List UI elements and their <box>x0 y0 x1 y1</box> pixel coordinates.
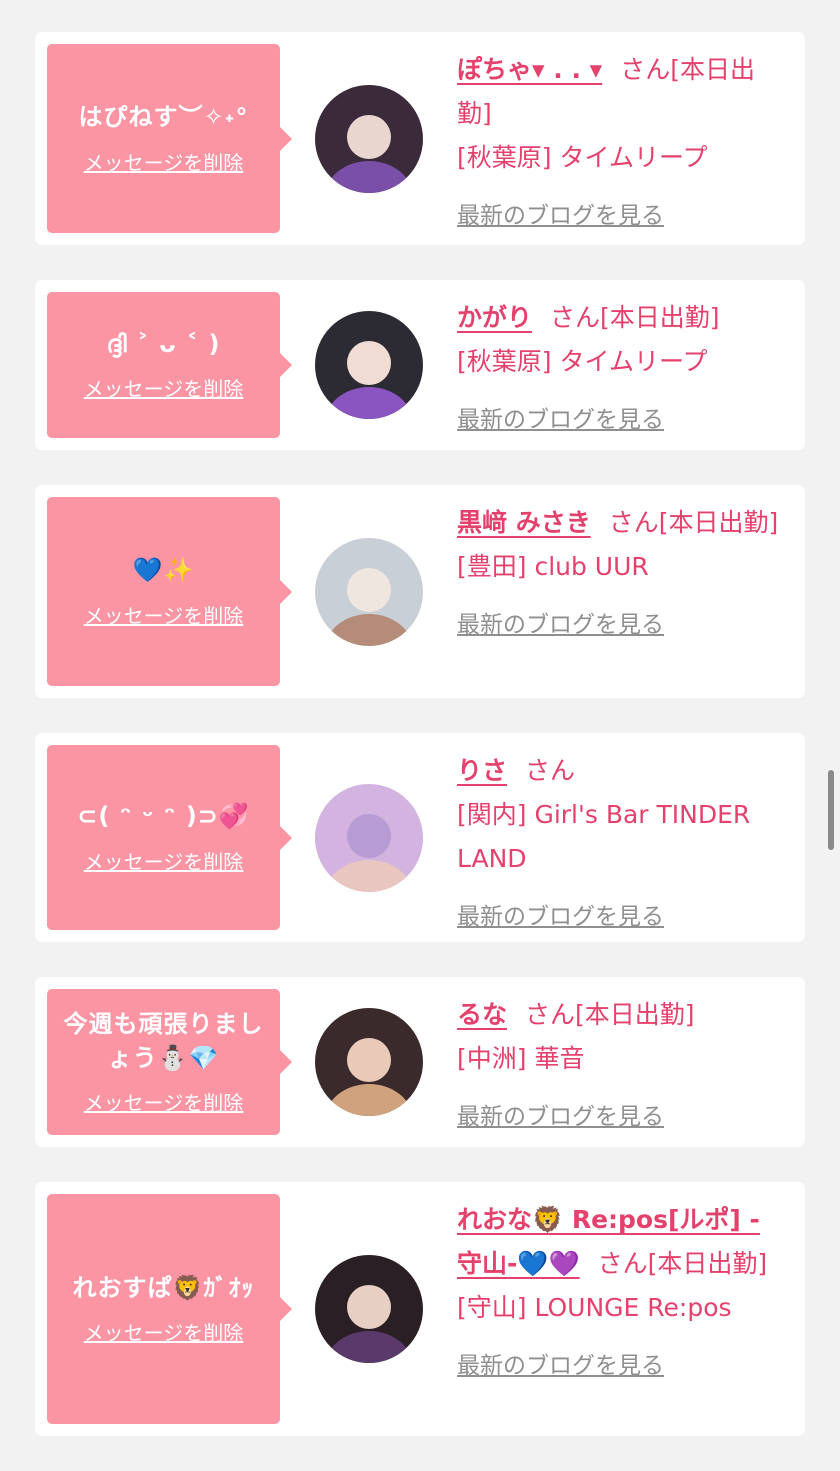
scrollbar-thumb[interactable] <box>828 770 834 850</box>
cast-suffix: さん[本日出勤] <box>597 1249 768 1278</box>
blog-link[interactable]: 最新のブログを見る <box>457 603 664 647</box>
message-bubble: れおすぱ🦁ｶﾞｵｯ メッセージを削除 <box>47 1194 292 1424</box>
avatar[interactable] <box>315 1008 423 1116</box>
message-bubble: 💙✨ メッセージを削除 <box>47 497 292 686</box>
message-card: れおすぱ🦁ｶﾞｵｯ メッセージを削除 れおな🦁 Re:pos[ルポ] -守山-💙… <box>35 1182 805 1436</box>
avatar-face <box>347 813 391 858</box>
avatar-image <box>315 1008 423 1116</box>
cast-name-link[interactable]: りさ <box>457 756 507 785</box>
message-text: れおすぱ🦁ｶﾞｵｯ <box>72 1273 255 1302</box>
avatar-image <box>315 311 423 419</box>
message-card: ⊂( ᵔ ᵕ ᵔ )⊃💞 メッセージを削除 りさ さん [関内] Girl's B… <box>35 733 805 942</box>
shop-name: [秋葉原] タイムリープ <box>457 143 708 172</box>
message-card: はぴねす︶✧˖° メッセージを削除 ぽちゃ▾ . . ▾ さん[本日出勤] [秋葉… <box>35 32 805 245</box>
blog-link[interactable]: 最新のブログを見る <box>457 1344 664 1388</box>
delete-message-link[interactable]: メッセージを削除 <box>84 373 244 402</box>
message-text: 今週も頑張りましょう⛄💎 <box>63 1009 264 1072</box>
cast-suffix: さん[本日出勤] <box>550 303 720 332</box>
message-text: ദ്ദി ˃ ᴗ ˂ ) <box>106 329 221 358</box>
blog-link[interactable]: 最新のブログを見る <box>457 194 664 238</box>
message-text: 💙✨ <box>132 556 195 585</box>
cast-name-link[interactable]: ぽちゃ▾ . . ▾ <box>457 55 602 84</box>
avatar[interactable] <box>315 537 423 646</box>
delete-message-link[interactable]: メッセージを削除 <box>84 147 244 176</box>
message-bubble: ദ്ദി ˃ ᴗ ˂ ) メッセージを削除 <box>47 292 292 438</box>
avatar[interactable] <box>315 84 423 193</box>
cast-info: れおな🦁 Re:pos[ルポ] -守山-💙💜 さん[本日出勤] [守山] LOUN… <box>457 1182 805 1406</box>
cast-info: ぽちゃ▾ . . ▾ さん[本日出勤] [秋葉原] タイムリープ 最新のブログを見… <box>457 32 805 256</box>
cast-name-link[interactable]: るな <box>457 1000 507 1029</box>
avatar[interactable] <box>315 783 423 892</box>
delete-message-link[interactable]: メッセージを削除 <box>84 600 244 629</box>
avatar[interactable] <box>315 311 423 419</box>
avatar-image <box>315 537 423 646</box>
shop-name: [中洲] 華音 <box>457 1044 585 1073</box>
cast-name-link[interactable]: 黒﨑 みさき <box>457 508 591 537</box>
message-text: ⊂( ᵔ ᵕ ᵔ )⊃💞 <box>77 802 250 831</box>
cast-info: かがり さん[本日出勤] [秋葉原] タイムリープ 最新のブログを見る <box>457 280 805 460</box>
message-bubble: ⊂( ᵔ ᵕ ᵔ )⊃💞 メッセージを削除 <box>47 745 292 930</box>
avatar-face <box>347 1285 391 1329</box>
shop-name: [豊田] club UUR <box>457 552 649 581</box>
blog-link[interactable]: 最新のブログを見る <box>457 398 664 442</box>
avatar[interactable] <box>315 1255 423 1363</box>
shop-name: [守山] LOUNGE Re:pos <box>457 1293 732 1322</box>
blog-link[interactable]: 最新のブログを見る <box>457 895 664 939</box>
cast-suffix: さん <box>525 756 576 785</box>
avatar-image <box>315 84 423 193</box>
cast-info: 黒﨑 みさき さん[本日出勤] [豊田] club UUR 最新のブログを見る <box>457 485 805 665</box>
avatar-image <box>315 1255 423 1363</box>
cast-suffix: さん[本日出勤] <box>608 508 779 537</box>
cast-info: りさ さん [関内] Girl's Bar TINDER LAND 最新のブログを… <box>457 733 805 957</box>
delete-message-link[interactable]: メッセージを削除 <box>84 1087 244 1116</box>
message-bubble: 今週も頑張りましょう⛄💎 メッセージを削除 <box>47 989 292 1135</box>
delete-message-link[interactable]: メッセージを削除 <box>84 1317 244 1346</box>
delete-message-link[interactable]: メッセージを削除 <box>84 846 244 875</box>
shop-name: [秋葉原] タイムリープ <box>457 347 708 376</box>
avatar-image <box>315 783 423 892</box>
shop-name: [関内] Girl's Bar TINDER LAND <box>457 800 751 873</box>
cast-suffix: さん[本日出勤] <box>525 1000 695 1029</box>
message-list: はぴねす︶✧˖° メッセージを削除 ぽちゃ▾ . . ▾ さん[本日出勤] [秋葉… <box>35 32 805 1471</box>
blog-link[interactable]: 最新のブログを見る <box>457 1095 664 1139</box>
cast-name-link[interactable]: かがり <box>457 303 532 332</box>
message-card: ദ്ദി ˃ ᴗ ˂ ) メッセージを削除 かがり さん[本日出勤] [秋葉原] … <box>35 280 805 450</box>
avatar-face <box>347 1038 391 1082</box>
message-bubble: はぴねす︶✧˖° メッセージを削除 <box>47 44 292 233</box>
message-card: 今週も頑張りましょう⛄💎 メッセージを削除 るな さん[本日出勤] [中洲] 華音… <box>35 977 805 1147</box>
avatar-face <box>347 567 391 612</box>
message-text: はぴねす︶✧˖° <box>78 103 249 132</box>
avatar-face <box>347 341 391 385</box>
cast-info: るな さん[本日出勤] [中洲] 華音 最新のブログを見る <box>457 977 805 1157</box>
message-card: 💙✨ メッセージを削除 黒﨑 みさき さん[本日出勤] [豊田] club UUR… <box>35 485 805 698</box>
avatar-face <box>347 114 391 159</box>
